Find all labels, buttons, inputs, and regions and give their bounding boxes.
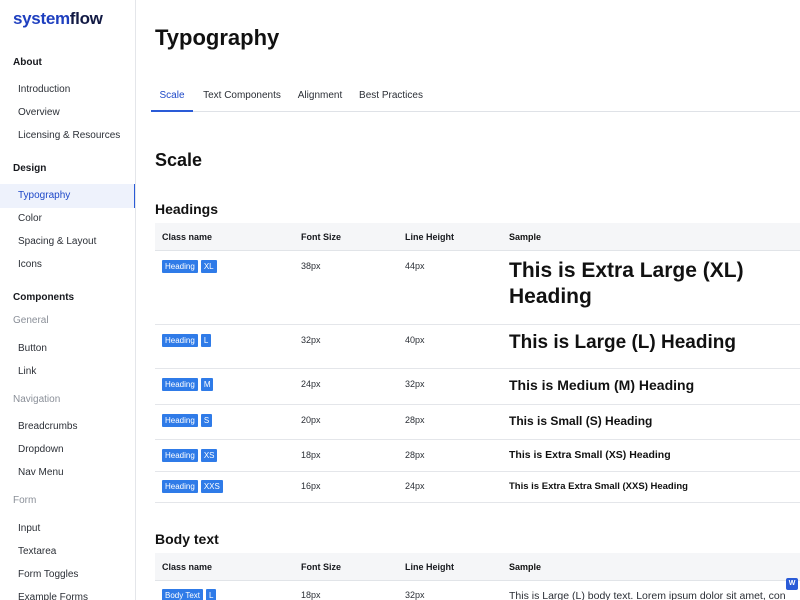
badge-class: Heading [162,378,198,391]
sample-text: This is Extra Large (XL) Heading [509,259,744,308]
line-height-value: 28px [405,415,425,425]
font-size-value: 18px [301,590,321,600]
table-row: Heading XS 18px 28px This is Extra Small… [155,440,800,472]
column-header-sample: Sample [509,232,542,242]
sidebar-item-overview[interactable]: Overview [0,101,135,125]
badge-size: S [200,414,213,427]
sidebar-item-spacing-layout[interactable]: Spacing & Layout [0,230,135,254]
line-height-value: 40px [405,335,425,345]
sidebar-subsection-navigation: Navigation [13,394,61,405]
line-height-value: 24px [405,481,425,491]
sidebar-item-color[interactable]: Color [0,207,135,231]
table-row: Heading M 24px 32px This is Medium (M) H… [155,369,800,405]
tab-best-practices[interactable]: Best Practices [358,82,424,112]
sidebar-item-input[interactable]: Input [0,517,135,541]
main-content: Typography Scale Text Components Alignme… [136,0,800,600]
logo-part-2: flow [69,9,103,28]
sidebar-item-button[interactable]: Button [0,337,135,361]
class-name-badges: Heading M [162,378,214,391]
sidebar-item-introduction[interactable]: Introduction [0,78,135,102]
tab-alignment[interactable]: Alignment [296,82,344,112]
sidebar-section-design: Design [13,163,47,174]
column-header-font-size: Font Size [301,232,341,242]
line-height-value: 32px [405,379,425,389]
sidebar: systemflow About Introduction Overview L… [0,0,136,600]
sample-text: This is Extra Extra Small (XXS) Heading [509,481,688,492]
font-size-value: 16px [301,481,321,491]
column-header-class-name: Class name [162,232,213,242]
table-row: Heading S 20px 28px This is Small (S) He… [155,405,800,440]
line-height-value: 28px [405,450,425,460]
sample-text: This is Medium (M) Heading [509,377,695,393]
table-row: Heading XL 38px 44px This is Extra Large… [155,251,800,325]
sample-text: This is Extra Small (XS) Heading [509,449,671,461]
font-size-value: 24px [301,379,321,389]
sidebar-item-textarea[interactable]: Textarea [0,540,135,564]
badge-size: L [200,334,212,347]
sidebar-item-typography[interactable]: Typography [0,184,135,208]
line-height-value: 32px [405,590,425,600]
table-row: Heading L 32px 40px This is Large (L) He… [155,325,800,369]
sample-text: This is Large (L) Heading [509,332,736,353]
class-name-badges: Body Text L [162,589,217,600]
column-header-sample: Sample [509,562,542,572]
sidebar-item-breadcrumbs[interactable]: Breadcrumbs [0,415,135,439]
body-text-table: Class name Font Size Line Height Sample … [155,553,800,600]
table-header: Class name Font Size Line Height Sample [155,553,800,581]
sidebar-section-components: Components [13,292,75,303]
sidebar-item-licensing[interactable]: Licensing & Resources [0,124,135,148]
sidebar-item-nav-menu[interactable]: Nav Menu [0,461,135,485]
line-height-value: 44px [405,261,425,271]
badge-size: L [205,589,217,600]
font-size-value: 32px [301,335,321,345]
badge-size: M [200,378,214,391]
sidebar-section-about: About [13,57,42,68]
table-row: Heading XXS 16px 24px This is Extra Extr… [155,472,800,503]
tab-scale[interactable]: Scale [151,82,193,112]
sidebar-item-dropdown[interactable]: Dropdown [0,438,135,462]
sample-text: This is Small (S) Heading [509,414,653,428]
headings-title: Headings [155,201,219,217]
webflow-badge-icon[interactable]: W [786,578,798,590]
logo[interactable]: systemflow [13,9,103,29]
badge-class: Heading [162,334,198,347]
class-name-badges: Heading XS [162,449,218,462]
column-header-font-size: Font Size [301,562,341,572]
section-title: Scale [155,150,203,170]
badge-class: Heading [162,449,198,462]
font-size-value: 38px [301,261,321,271]
body-text-title: Body text [155,531,219,547]
sidebar-subsection-form: Form [13,495,37,506]
sidebar-subsection-general: General [13,315,49,326]
sample-text: This is Large (L) body text. Lorem ipsum… [509,590,786,600]
page-title: Typography [155,25,280,50]
font-size-value: 20px [301,415,321,425]
logo-part-1: system [13,9,70,28]
sidebar-item-icons[interactable]: Icons [0,253,135,277]
sidebar-item-example-forms[interactable]: Example Forms [0,586,135,600]
table-header: Class name Font Size Line Height Sample [155,223,800,251]
column-header-line-height: Line Height [405,562,454,572]
class-name-badges: Heading XL [162,260,217,273]
badge-class: Heading [162,260,198,273]
column-header-line-height: Line Height [405,232,454,242]
column-header-class-name: Class name [162,562,213,572]
badge-size: XL [200,260,217,273]
headings-table: Class name Font Size Line Height Sample … [155,223,800,503]
badge-class: Heading [162,480,198,493]
sidebar-item-form-toggles[interactable]: Form Toggles [0,563,135,587]
sidebar-item-link[interactable]: Link [0,360,135,384]
badge-size: XS [200,449,218,462]
badge-class: Heading [162,414,198,427]
tab-bar: Scale Text Components Alignment Best Pra… [151,82,800,112]
class-name-badges: Heading L [162,334,212,347]
badge-class: Body Text [162,589,203,600]
font-size-value: 18px [301,450,321,460]
class-name-badges: Heading XXS [162,480,223,493]
tab-text-components[interactable]: Text Components [202,82,282,112]
table-row: Body Text L 18px 32px This is Large (L) … [155,581,800,600]
class-name-badges: Heading S [162,414,213,427]
badge-size: XXS [200,480,223,493]
